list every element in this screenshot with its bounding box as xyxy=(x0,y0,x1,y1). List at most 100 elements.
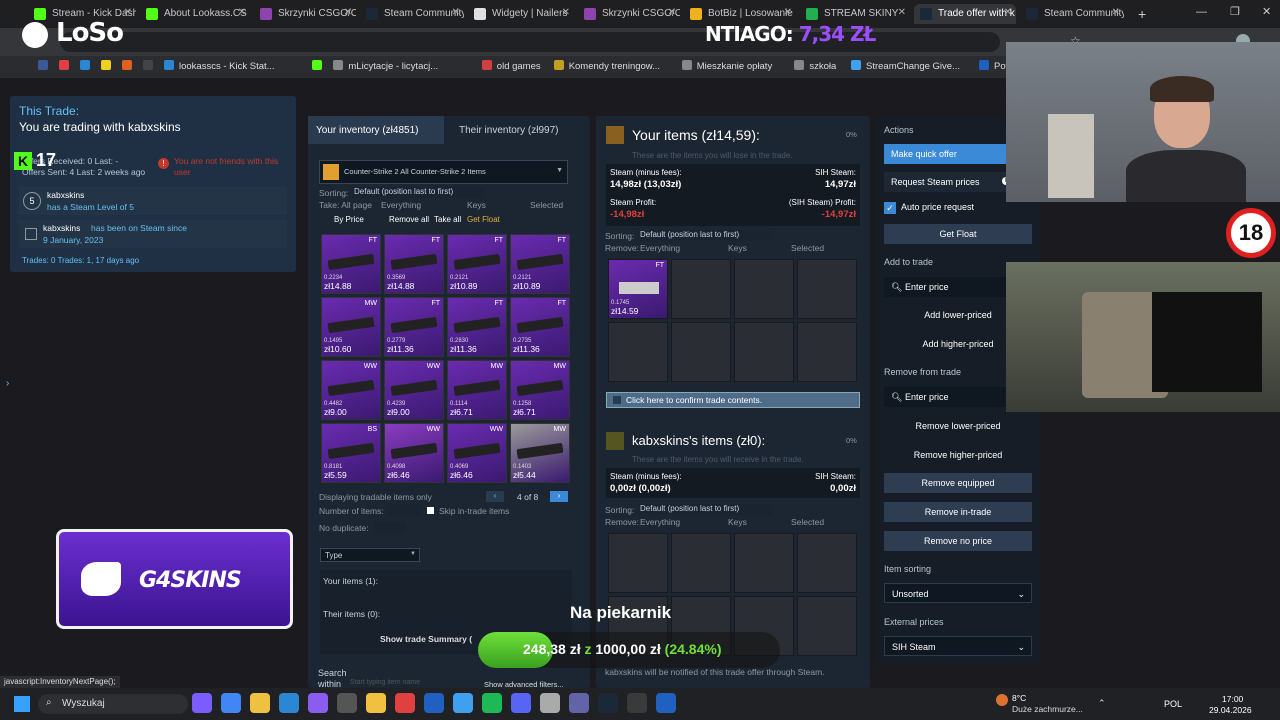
bookmark-item[interactable] xyxy=(59,60,74,72)
close-icon[interactable]: ✕ xyxy=(1262,5,1271,18)
confirm-trade-button[interactable]: Click here to confirm trade contents. xyxy=(606,392,860,408)
taskbar-app-icon[interactable] xyxy=(511,693,531,713)
trade-slot[interactable] xyxy=(671,533,731,593)
taskbar-app-icon[interactable] xyxy=(221,693,241,713)
remove-in-trade-button[interactable]: Remove in-trade xyxy=(884,502,1032,522)
browser-tab[interactable]: Steam Community ✕ xyxy=(360,4,464,24)
bookmark-item[interactable]: Mieszkanie opłaty xyxy=(681,60,772,72)
browser-tab[interactable]: BotBiz | Losowanie ✕ xyxy=(684,4,796,24)
tab-close-icon[interactable]: ✕ xyxy=(238,7,246,18)
get-float-sidebar-button[interactable]: Get Float xyxy=(884,224,1032,244)
taskbar-search[interactable]: ⌕ Wyszukaj xyxy=(38,694,188,714)
taskbar-app-icon[interactable] xyxy=(395,693,415,713)
inventory-item[interactable]: FT 0.2234 zł14.88 xyxy=(321,234,381,294)
show-trade-summary[interactable]: Show trade Summary ( xyxy=(380,634,472,644)
your-remove-keys[interactable]: Keys xyxy=(728,243,747,253)
partner-name[interactable]: kabxskins xyxy=(47,190,84,200)
tab-your-inventory[interactable]: Your inventory (zł4851) xyxy=(308,116,444,144)
your-remove-everything[interactable]: Everything xyxy=(640,243,680,253)
trade-slot[interactable]: FT 0.1745 zł14.59 xyxy=(608,259,668,319)
windows-start-icon[interactable] xyxy=(14,696,30,712)
taskbar-app-icon[interactable] xyxy=(308,693,328,713)
take-all-button[interactable]: Take all xyxy=(434,215,461,224)
tab-close-icon[interactable]: ✕ xyxy=(124,7,132,18)
external-prices-select[interactable]: SIH Steam ⌄ xyxy=(884,636,1032,656)
their-remove-keys[interactable]: Keys xyxy=(728,517,747,527)
inventory-item[interactable]: WW 0.4069 zł6.46 xyxy=(447,423,507,483)
remove-equipped-button[interactable]: Remove equipped xyxy=(884,473,1032,493)
inventory-item[interactable]: FT 0.2830 zł11.36 xyxy=(447,297,507,357)
trade-slot[interactable] xyxy=(797,259,857,319)
skip-in-trade-checkbox[interactable] xyxy=(427,507,434,514)
bookmark-item[interactable]: szkoła xyxy=(794,60,836,72)
next-page-button[interactable]: › xyxy=(550,491,568,502)
browser-tab[interactable]: Steam Community ✕ xyxy=(1020,4,1124,24)
inventory-item[interactable]: FT 0.2735 zł11.36 xyxy=(510,297,570,357)
tab-close-icon[interactable]: ✕ xyxy=(784,7,792,18)
sponsor-banner[interactable]: G4SKINS xyxy=(56,529,293,629)
item-sorting-select[interactable]: Unsorted ⌄ xyxy=(884,583,1032,603)
trade-slot[interactable] xyxy=(608,533,668,593)
no-duplicate-input[interactable] xyxy=(374,522,406,533)
tab-close-icon[interactable]: ✕ xyxy=(898,7,906,18)
maximize-icon[interactable]: ❐ xyxy=(1230,5,1240,18)
language-indicator[interactable]: POL xyxy=(1164,699,1182,709)
bookmark-item[interactable]: old games xyxy=(481,60,541,72)
trade-slot[interactable] xyxy=(734,322,794,382)
taskbar-app-icon[interactable] xyxy=(192,693,212,713)
trade-slot[interactable] xyxy=(797,322,857,382)
taskbar-app-icon[interactable] xyxy=(482,693,502,713)
trade-slot[interactable] xyxy=(734,533,794,593)
browser-tab[interactable]: Skrzynki CSGO/CS✕ xyxy=(578,4,680,24)
browser-tab[interactable]: Trade offer with k ✕ xyxy=(914,4,1016,24)
taskbar-app-icon[interactable] xyxy=(250,693,270,713)
take-everything[interactable]: Everything xyxy=(381,200,421,210)
number-of-items-input[interactable] xyxy=(388,505,420,516)
bookmark-item[interactable] xyxy=(312,60,327,72)
tab-their-inventory[interactable]: Their inventory (zł997) xyxy=(450,116,590,144)
auto-price-checkbox[interactable]: ✓ xyxy=(884,202,896,214)
bookmark-item[interactable] xyxy=(122,60,137,72)
clock-time[interactable]: 17:00 xyxy=(1222,694,1243,704)
tab-close-icon[interactable]: ✕ xyxy=(452,7,460,18)
taskbar-app-icon[interactable] xyxy=(366,693,386,713)
prev-page-button[interactable]: ‹ xyxy=(486,491,504,502)
taskbar-app-icon[interactable] xyxy=(424,693,444,713)
tab-close-icon[interactable]: ✕ xyxy=(344,7,352,18)
by-price-button[interactable]: By Price xyxy=(334,215,364,224)
get-float-button[interactable]: Get Float xyxy=(467,215,500,224)
bookmark-item[interactable] xyxy=(101,60,116,72)
chevron-up-icon[interactable]: ⌃ xyxy=(1098,698,1106,709)
taskbar-app-icon[interactable] xyxy=(540,693,560,713)
game-select[interactable]: Counter-Strike 2 All Counter-Strike 2 It… xyxy=(319,160,568,184)
trade-slot[interactable] xyxy=(608,322,668,382)
new-tab-button[interactable]: + xyxy=(1138,6,1146,22)
their-remove-everything[interactable]: Everything xyxy=(640,517,680,527)
bookmark-item[interactable]: mLicytacje - licytacj... xyxy=(333,60,438,72)
inventory-item[interactable]: MW 0.1403 zł5.44 xyxy=(510,423,570,483)
clock-date[interactable]: 29.04.2026 xyxy=(1209,705,1252,715)
inventory-item[interactable]: FT 0.3569 zł14.88 xyxy=(384,234,444,294)
browser-tab[interactable]: STREAM SKINY ✕ xyxy=(800,4,910,24)
inventory-item[interactable]: FT 0.2779 zł11.36 xyxy=(384,297,444,357)
inventory-item[interactable]: FT 0.2121 zł10.89 xyxy=(510,234,570,294)
expand-arrow[interactable]: › xyxy=(6,378,9,389)
take-keys[interactable]: Keys xyxy=(467,200,486,210)
remove-no-price-button[interactable]: Remove no price xyxy=(884,531,1032,551)
taskbar-app-icon[interactable] xyxy=(656,693,676,713)
tab-close-icon[interactable]: ✕ xyxy=(1112,7,1120,18)
trade-slot[interactable] xyxy=(734,259,794,319)
tab-close-icon[interactable]: ✕ xyxy=(562,7,570,18)
trade-slot[interactable] xyxy=(797,533,857,593)
inventory-item[interactable]: BS 0.8181 zł5.59 xyxy=(321,423,381,483)
remove-all-button[interactable]: Remove all xyxy=(389,215,429,224)
taskbar-app-icon[interactable] xyxy=(598,693,618,713)
tab-close-icon[interactable]: ✕ xyxy=(668,7,676,18)
bookmark-item[interactable]: Komendy treningow... xyxy=(553,60,660,72)
taskbar-app-icon[interactable] xyxy=(627,693,647,713)
inventory-item[interactable]: FT 0.2121 zł10.89 xyxy=(447,234,507,294)
taskbar-app-icon[interactable] xyxy=(453,693,473,713)
taskbar-app-icon[interactable] xyxy=(279,693,299,713)
inventory-item[interactable]: MW 0.1495 zł10.60 xyxy=(321,297,381,357)
inventory-item[interactable]: WW 0.4482 zł9.00 xyxy=(321,360,381,420)
